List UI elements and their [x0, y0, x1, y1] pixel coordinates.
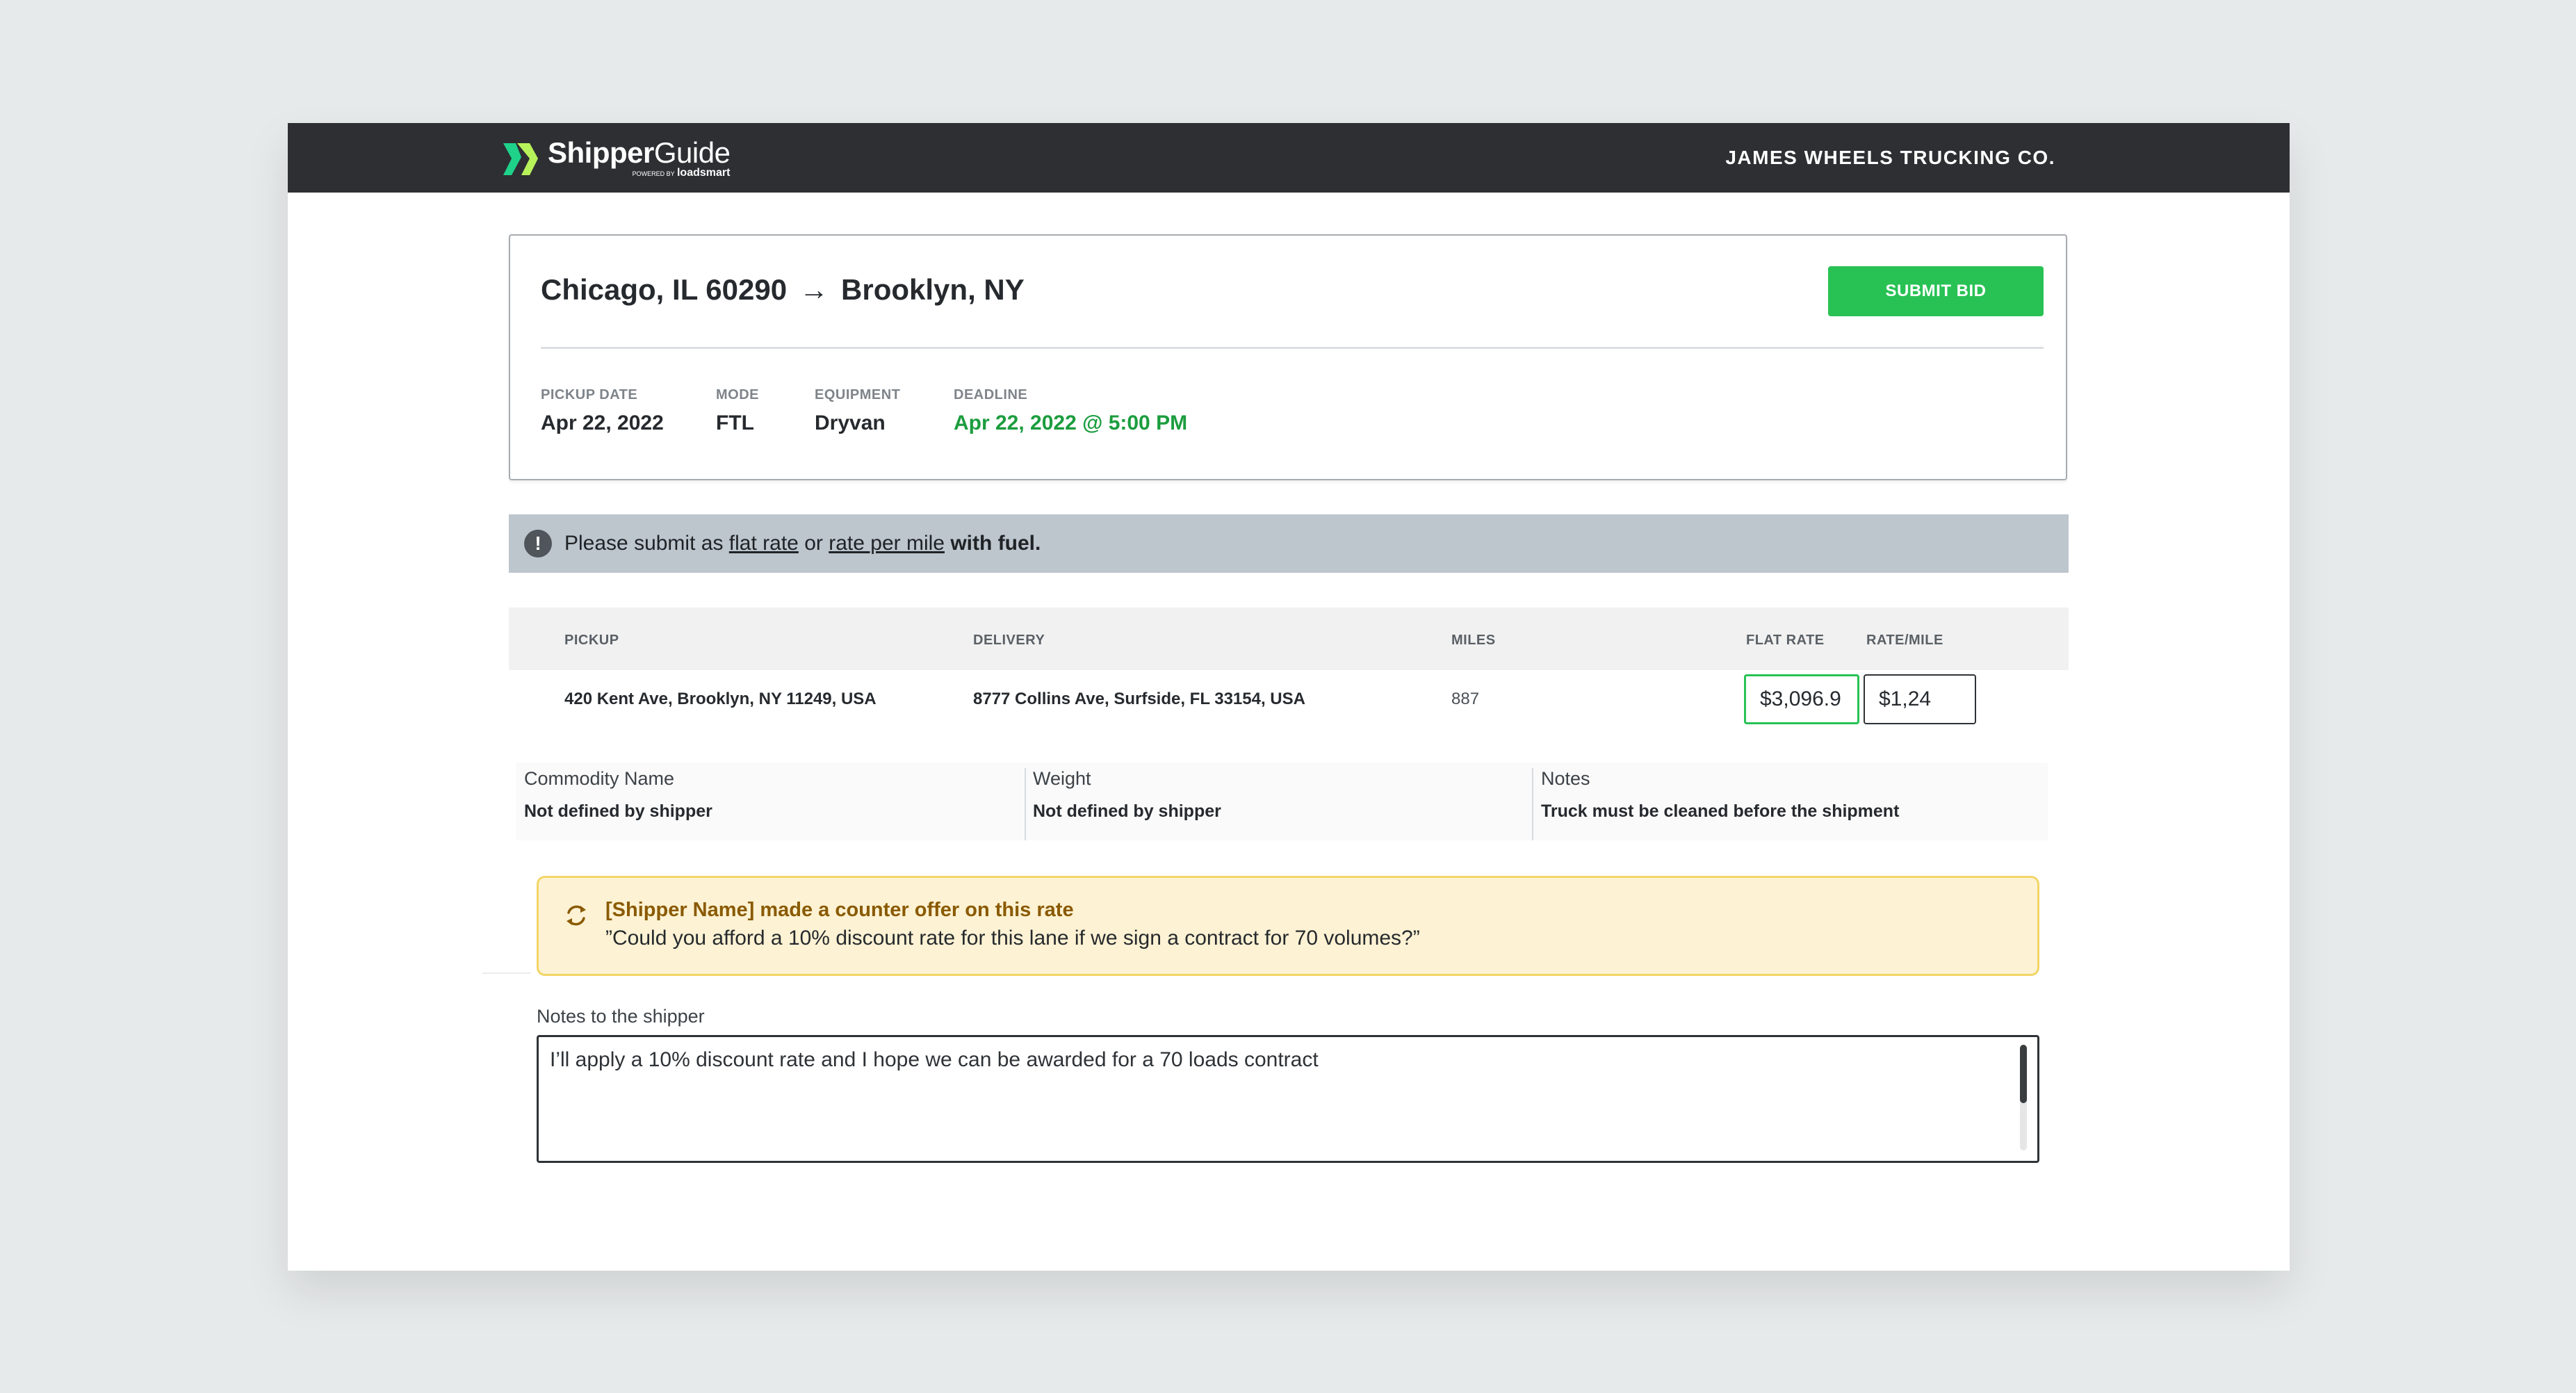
submit-bid-button[interactable]: SUBMIT BID	[1828, 266, 2044, 316]
fuel-notice: ! Please submit as flat rate or rate per…	[509, 514, 2069, 573]
brand-bold: Shipper	[548, 136, 654, 169]
commodity-value: Not defined by shipper	[524, 801, 712, 821]
pickup-address: 420 Kent Ave, Brooklyn, NY 11249, USA	[564, 690, 877, 708]
rate-per-mile-link[interactable]: rate per mile	[829, 532, 945, 555]
equipment-value: Dryvan	[815, 412, 886, 434]
shipperguide-logo-icon	[502, 139, 541, 177]
notes-to-shipper-input[interactable]: I’ll apply a 10% discount rate and I hop…	[537, 1035, 2039, 1163]
route-title: Chicago, IL 60290 → Brooklyn, NY	[541, 273, 1025, 307]
arrow-right-icon: →	[799, 273, 829, 306]
counter-offer-title: [Shipper Name] made a counter offer on t…	[605, 899, 1074, 921]
column-pickup: PICKUP	[564, 633, 619, 648]
brand-sub-name: loadsmart	[676, 166, 731, 179]
flat-rate-link[interactable]: flat rate	[729, 532, 799, 555]
top-bar: ShipperGuide POWERED BY loadsmart JAMES …	[288, 123, 2290, 193]
column-miles: MILES	[1451, 633, 1496, 648]
pickup-date-label: PICKUP DATE	[541, 387, 638, 402]
shipment-details: Commodity Name Not defined by shipper We…	[516, 763, 2048, 840]
exclamation-icon: !	[524, 530, 552, 557]
counter-offer-quote: ”Could you afford a 10% discount rate fo…	[605, 927, 1420, 950]
deadline-label: DEADLINE	[954, 387, 1028, 402]
mode: MODE FTL	[716, 387, 759, 435]
detail-divider	[1025, 768, 1026, 840]
origin: Chicago, IL 60290	[541, 273, 788, 306]
equipment-label: EQUIPMENT	[815, 387, 901, 402]
column-flat-rate: FLAT RATE	[1746, 633, 1825, 648]
notes-scrollbar[interactable]	[2020, 1045, 2027, 1150]
deadline: DEADLINE Apr 22, 2022 @ 5:00 PM	[954, 387, 1187, 435]
brand-sub-prefix: POWERED BY	[632, 170, 675, 177]
notice-prefix: Please submit as	[564, 532, 724, 555]
divider-line	[482, 972, 531, 974]
deadline-value: Apr 22, 2022 @ 5:00 PM	[954, 412, 1188, 434]
rate-mile-input[interactable]	[1864, 674, 1976, 724]
shipperguide-logo[interactable]: ShipperGuide POWERED BY loadsmart	[502, 136, 731, 180]
notice-suffix: with fuel.	[950, 532, 1041, 555]
commodity-label: Commodity Name	[524, 768, 675, 789]
column-delivery: DELIVERY	[973, 633, 1045, 648]
app-window: ShipperGuide POWERED BY loadsmart JAMES …	[288, 123, 2290, 1271]
pickup-date-value: Apr 22, 2022	[541, 412, 664, 434]
notice-mid: or	[804, 532, 823, 555]
weight-value: Not defined by shipper	[1033, 801, 1221, 821]
detail-divider	[1532, 768, 1533, 840]
flat-rate-input[interactable]	[1744, 674, 1859, 724]
mode-value: FTL	[716, 412, 754, 434]
card-divider	[541, 347, 2044, 349]
miles-value: 887	[1451, 690, 1480, 708]
refresh-icon	[562, 902, 590, 929]
lane-table-header: PICKUP DELIVERY MILES FLAT RATE RATE/MIL…	[509, 608, 2069, 670]
brand-regular: Guide	[653, 136, 731, 169]
pickup-date: PICKUP DATE Apr 22, 2022	[541, 387, 664, 435]
column-rate-mile: RATE/MILE	[1866, 633, 1943, 648]
company-name[interactable]: JAMES WHEELS TRUCKING CO.	[1725, 147, 2055, 169]
equipment: EQUIPMENT Dryvan	[815, 387, 900, 435]
destination: Brooklyn, NY	[841, 273, 1025, 306]
shipment-card: Chicago, IL 60290 → Brooklyn, NY SUBMIT …	[509, 234, 2067, 480]
weight-label: Weight	[1033, 768, 1091, 789]
notes-value: Truck must be cleaned before the shipmen…	[1541, 801, 1900, 821]
mode-label: MODE	[716, 387, 759, 402]
notes-label: Notes	[1541, 768, 1590, 789]
notes-to-shipper-label: Notes to the shipper	[537, 1006, 705, 1027]
counter-offer-banner: [Shipper Name] made a counter offer on t…	[537, 876, 2039, 976]
delivery-address: 8777 Collins Ave, Surfside, FL 33154, US…	[973, 690, 1305, 708]
scrollbar-thumb[interactable]	[2020, 1045, 2027, 1103]
